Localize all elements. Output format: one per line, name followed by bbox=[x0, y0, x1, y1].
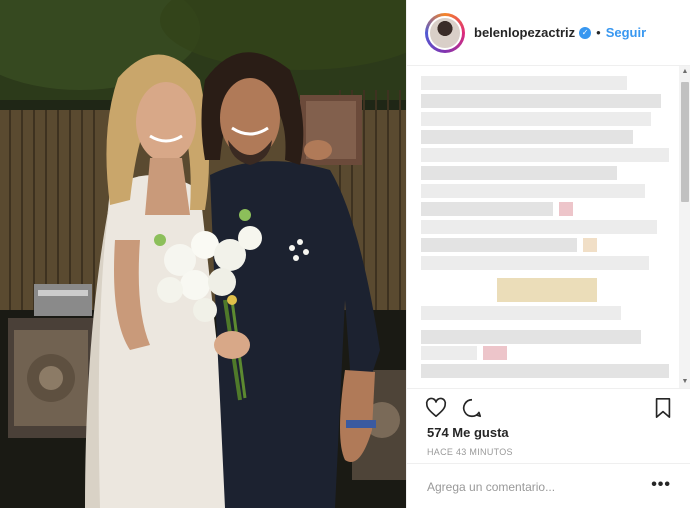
blurred-comment-line bbox=[421, 94, 661, 108]
comment-input[interactable] bbox=[427, 479, 627, 494]
blurred-comment-line bbox=[421, 364, 669, 378]
post-actions: 574 Me gusta HACE 43 MINUTOS ••• bbox=[407, 388, 690, 508]
avatar-image bbox=[428, 15, 462, 50]
comments-list[interactable] bbox=[407, 66, 679, 388]
blurred-comment-line bbox=[421, 76, 627, 90]
comments-scrollbar[interactable]: ▲ ▼ bbox=[679, 66, 690, 388]
verified-badge-icon: ✓ bbox=[579, 26, 592, 39]
avatar[interactable] bbox=[425, 12, 465, 53]
blurred-comment-line bbox=[421, 346, 477, 360]
blurred-comment-line bbox=[421, 238, 577, 252]
blurred-comment-line bbox=[421, 184, 645, 198]
bookmark-icon[interactable] bbox=[653, 397, 673, 424]
follow-button[interactable]: Seguir bbox=[606, 25, 646, 40]
blurred-comment-line bbox=[421, 148, 669, 162]
blurred-comment-line bbox=[421, 130, 633, 144]
blurred-comment-line bbox=[421, 220, 657, 234]
scroll-up-arrow-icon[interactable]: ▲ bbox=[679, 66, 690, 78]
blurred-comment-line bbox=[421, 306, 621, 320]
likes-count[interactable]: 574 Me gusta bbox=[427, 425, 509, 440]
blurred-emoji bbox=[583, 238, 597, 252]
scroll-down-arrow-icon[interactable]: ▼ bbox=[679, 376, 690, 388]
blurred-emoji bbox=[483, 346, 507, 360]
post-photo[interactable] bbox=[0, 0, 406, 508]
scroll-thumb[interactable] bbox=[681, 82, 689, 202]
separator-dot: • bbox=[596, 25, 601, 40]
post-timestamp: HACE 43 MINUTOS bbox=[427, 447, 513, 457]
blurred-comment-line bbox=[421, 166, 617, 180]
blurred-comment-line bbox=[421, 330, 641, 344]
more-options-icon[interactable]: ••• bbox=[651, 477, 671, 493]
post-sidebar: belenlopezactriz ✓ • Seguir ▲ ▼ 574 Me g… bbox=[406, 0, 690, 508]
add-comment-bar: ••• bbox=[407, 463, 690, 508]
post-header: belenlopezactriz ✓ • Seguir bbox=[407, 0, 690, 66]
heart-icon[interactable] bbox=[425, 397, 447, 424]
blurred-emoji bbox=[497, 278, 597, 302]
blurred-comment-line bbox=[421, 202, 553, 216]
username-link[interactable]: belenlopezactriz bbox=[474, 25, 575, 40]
comment-icon[interactable] bbox=[461, 397, 483, 424]
blurred-emoji bbox=[559, 202, 573, 216]
blurred-comment-line bbox=[421, 112, 651, 126]
blurred-comment-line bbox=[421, 256, 649, 270]
